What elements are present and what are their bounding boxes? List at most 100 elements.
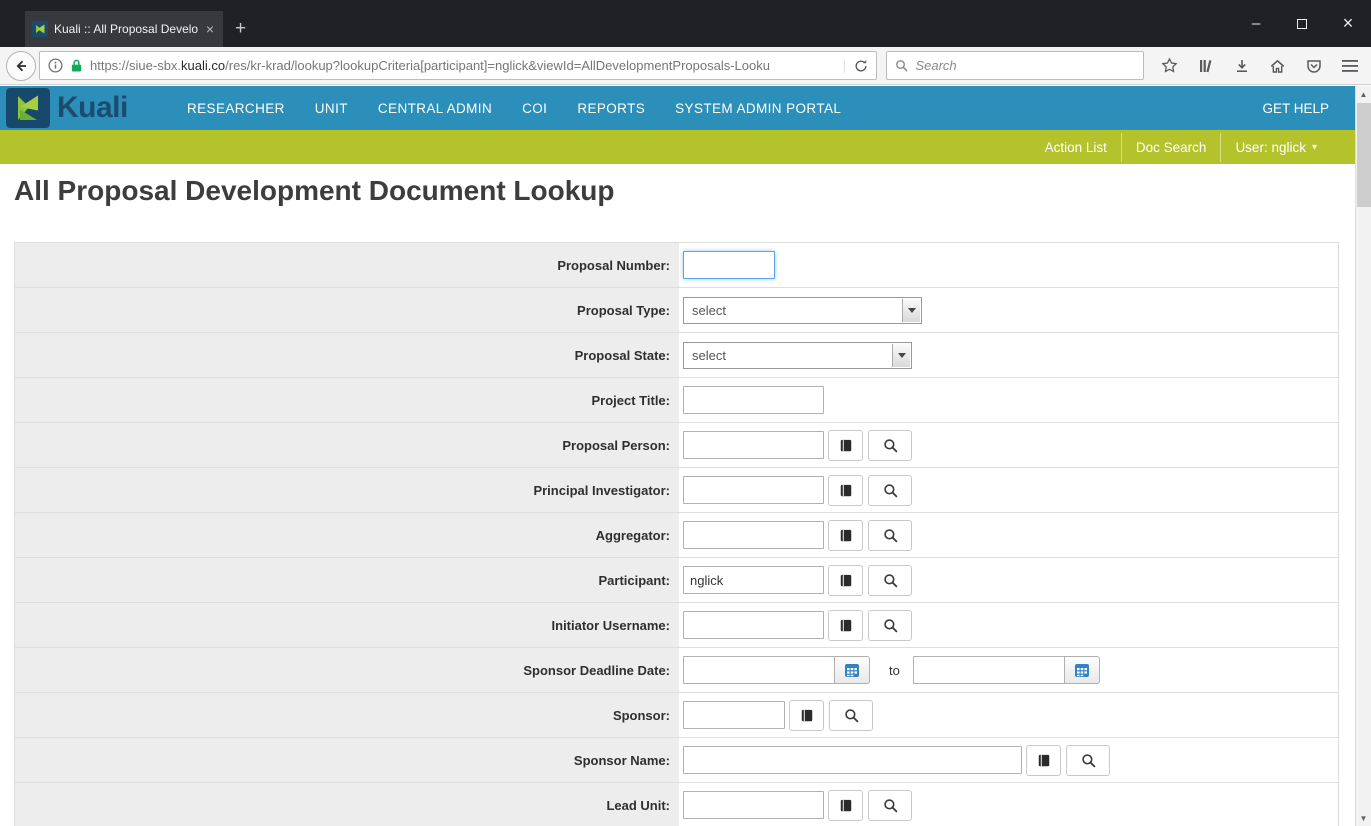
nav-unit[interactable]: UNIT xyxy=(300,101,363,116)
nav-coi[interactable]: COI xyxy=(507,101,562,116)
lead-unit-label: Lead Unit: xyxy=(606,798,670,813)
initiator-username-input[interactable] xyxy=(683,611,824,639)
action-list-link[interactable]: Action List xyxy=(1031,133,1121,162)
browser-search-input[interactable] xyxy=(915,58,1135,73)
close-button[interactable]: × xyxy=(1325,0,1371,47)
nav-system-admin-portal[interactable]: SYSTEM ADMIN PORTAL xyxy=(660,101,856,116)
nav-researcher[interactable]: RESEARCHER xyxy=(172,101,300,116)
proposal-number-input[interactable] xyxy=(683,251,775,279)
form-row-sponsor-name: Sponsor Name: xyxy=(15,738,1338,783)
form-row-lead-unit: Lead Unit: xyxy=(15,783,1338,826)
back-arrow-icon xyxy=(13,58,29,74)
scrollbar-thumb[interactable] xyxy=(1357,103,1371,207)
kuali-logo[interactable]: Kuali xyxy=(0,88,172,128)
vertical-scrollbar[interactable]: ▲ ▼ xyxy=(1355,86,1371,826)
form-row-proposal-number: Proposal Number: xyxy=(15,243,1338,288)
lead-unit-inquiry-button[interactable] xyxy=(828,790,863,821)
sponsor-label: Sponsor: xyxy=(613,708,670,723)
downloads-button[interactable] xyxy=(1226,51,1257,81)
pocket-button[interactable] xyxy=(1298,51,1329,81)
principal-investigator-label: Principal Investigator: xyxy=(533,483,670,498)
sponsor-name-inquiry-button[interactable] xyxy=(1026,745,1061,776)
aggregator-input[interactable] xyxy=(683,521,824,549)
kuali-favicon-icon xyxy=(32,21,48,37)
sponsor-deadline-date-label: Sponsor Deadline Date: xyxy=(523,663,670,678)
form-row-sponsor: Sponsor: xyxy=(15,693,1338,738)
proposal-person-input[interactable] xyxy=(683,431,824,459)
maximize-button[interactable] xyxy=(1279,0,1325,47)
aggregator-inquiry-button[interactable] xyxy=(828,520,863,551)
scroll-down-icon[interactable]: ▼ xyxy=(1356,810,1371,826)
book-icon xyxy=(800,708,814,723)
sponsor-deadline-from-input[interactable] xyxy=(683,656,835,684)
magnifier-icon xyxy=(844,708,859,723)
magnifier-icon xyxy=(883,798,898,813)
get-help-link[interactable]: GET HELP xyxy=(1262,101,1355,116)
participant-lookup-button[interactable] xyxy=(868,565,912,596)
menu-button[interactable] xyxy=(1334,51,1365,81)
initiator-username-inquiry-button[interactable] xyxy=(828,610,863,641)
book-icon xyxy=(839,798,853,813)
browser-search[interactable] xyxy=(886,51,1144,80)
scroll-up-icon[interactable]: ▲ xyxy=(1356,86,1371,102)
initiator-username-lookup-button[interactable] xyxy=(868,610,912,641)
sponsor-deadline-from-calendar-button[interactable] xyxy=(834,656,870,684)
sponsor-input[interactable] xyxy=(683,701,785,729)
reload-icon xyxy=(854,59,868,73)
sponsor-deadline-to-calendar-button[interactable] xyxy=(1064,656,1100,684)
aggregator-lookup-button[interactable] xyxy=(868,520,912,551)
info-icon[interactable] xyxy=(48,58,63,73)
sponsor-name-lookup-button[interactable] xyxy=(1066,745,1110,776)
nav-reports[interactable]: REPORTS xyxy=(562,101,660,116)
sponsor-lookup-button[interactable] xyxy=(829,700,873,731)
sponsor-name-input[interactable] xyxy=(683,746,1022,774)
lock-icon[interactable] xyxy=(70,58,83,73)
bookmark-star-button[interactable] xyxy=(1154,51,1185,81)
proposal-person-lookup-button[interactable] xyxy=(868,430,912,461)
proposal-state-select[interactable]: select xyxy=(683,342,912,369)
doc-search-link[interactable]: Doc Search xyxy=(1121,133,1221,162)
chevron-down-icon xyxy=(892,344,910,367)
magnifier-icon xyxy=(883,573,898,588)
select-value: select xyxy=(692,303,726,318)
participant-label: Participant: xyxy=(598,573,670,588)
reload-button[interactable] xyxy=(844,59,868,73)
book-icon xyxy=(839,573,853,588)
lookup-form: Proposal Number: Proposal Type: select P… xyxy=(14,242,1339,826)
home-button[interactable] xyxy=(1262,51,1293,81)
sponsor-inquiry-button[interactable] xyxy=(789,700,824,731)
new-tab-button[interactable]: + xyxy=(223,11,258,47)
back-button[interactable] xyxy=(6,51,36,81)
principal-investigator-input[interactable] xyxy=(683,476,824,504)
nav-central-admin[interactable]: CENTRAL ADMIN xyxy=(363,101,507,116)
project-title-input[interactable] xyxy=(683,386,824,414)
proposal-person-inquiry-button[interactable] xyxy=(828,430,863,461)
user-menu[interactable]: User: nglick ▾ xyxy=(1220,133,1331,162)
form-row-participant: Participant: xyxy=(15,558,1338,603)
form-row-proposal-state: Proposal State: select xyxy=(15,333,1338,378)
principal-investigator-lookup-button[interactable] xyxy=(868,475,912,506)
kuali-wordmark: Kuali xyxy=(57,91,128,125)
url-bar[interactable]: https://siue-sbx.kuali.co/res/kr-krad/lo… xyxy=(39,51,877,80)
tab-close-icon[interactable]: × xyxy=(204,21,216,37)
sponsor-deadline-to-input[interactable] xyxy=(913,656,1065,684)
lead-unit-input[interactable] xyxy=(683,791,824,819)
book-icon xyxy=(839,618,853,633)
library-button[interactable] xyxy=(1190,51,1221,81)
lead-unit-lookup-button[interactable] xyxy=(868,790,912,821)
home-icon xyxy=(1269,58,1286,74)
project-title-label: Project Title: xyxy=(591,393,670,408)
pocket-icon xyxy=(1306,58,1322,74)
minimize-button[interactable]: – xyxy=(1233,0,1279,47)
proposal-type-label: Proposal Type: xyxy=(577,303,670,318)
principal-investigator-inquiry-button[interactable] xyxy=(828,475,863,506)
window-controls: – × xyxy=(1233,0,1371,47)
participant-inquiry-button[interactable] xyxy=(828,565,863,596)
browser-tab[interactable]: Kuali :: All Proposal Develop × xyxy=(25,11,223,47)
book-icon xyxy=(839,438,853,453)
participant-input[interactable] xyxy=(683,566,824,594)
page-content: Kuali RESEARCHER UNIT CENTRAL ADMIN COI … xyxy=(0,86,1355,826)
proposal-type-select[interactable]: select xyxy=(683,297,922,324)
magnifier-icon xyxy=(883,438,898,453)
proposal-number-label: Proposal Number: xyxy=(557,258,670,273)
